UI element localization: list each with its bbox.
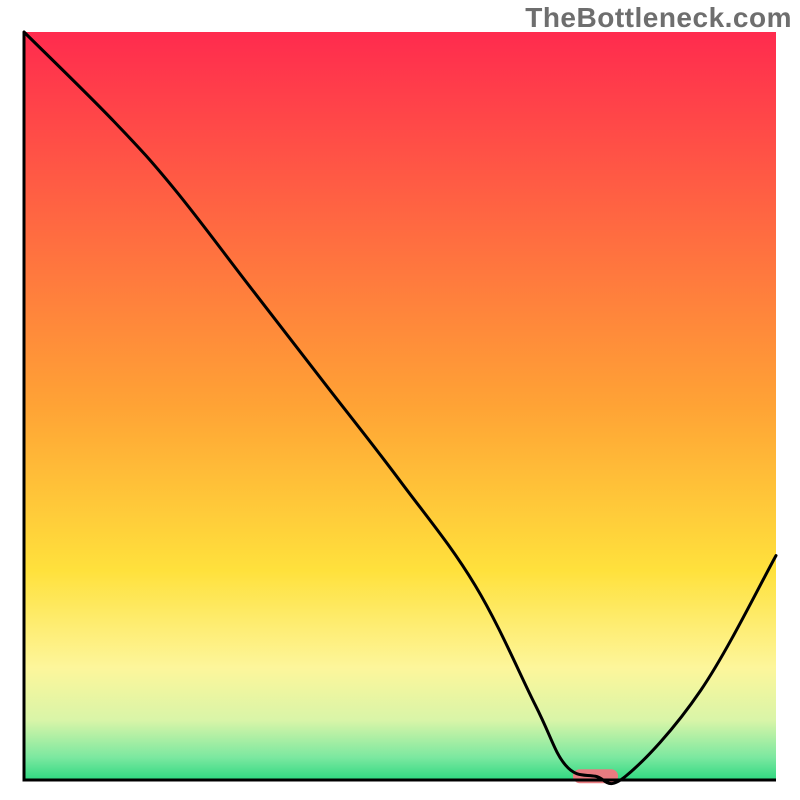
bottleneck-chart	[0, 0, 800, 800]
chart-stage: TheBottleneck.com	[0, 0, 800, 800]
